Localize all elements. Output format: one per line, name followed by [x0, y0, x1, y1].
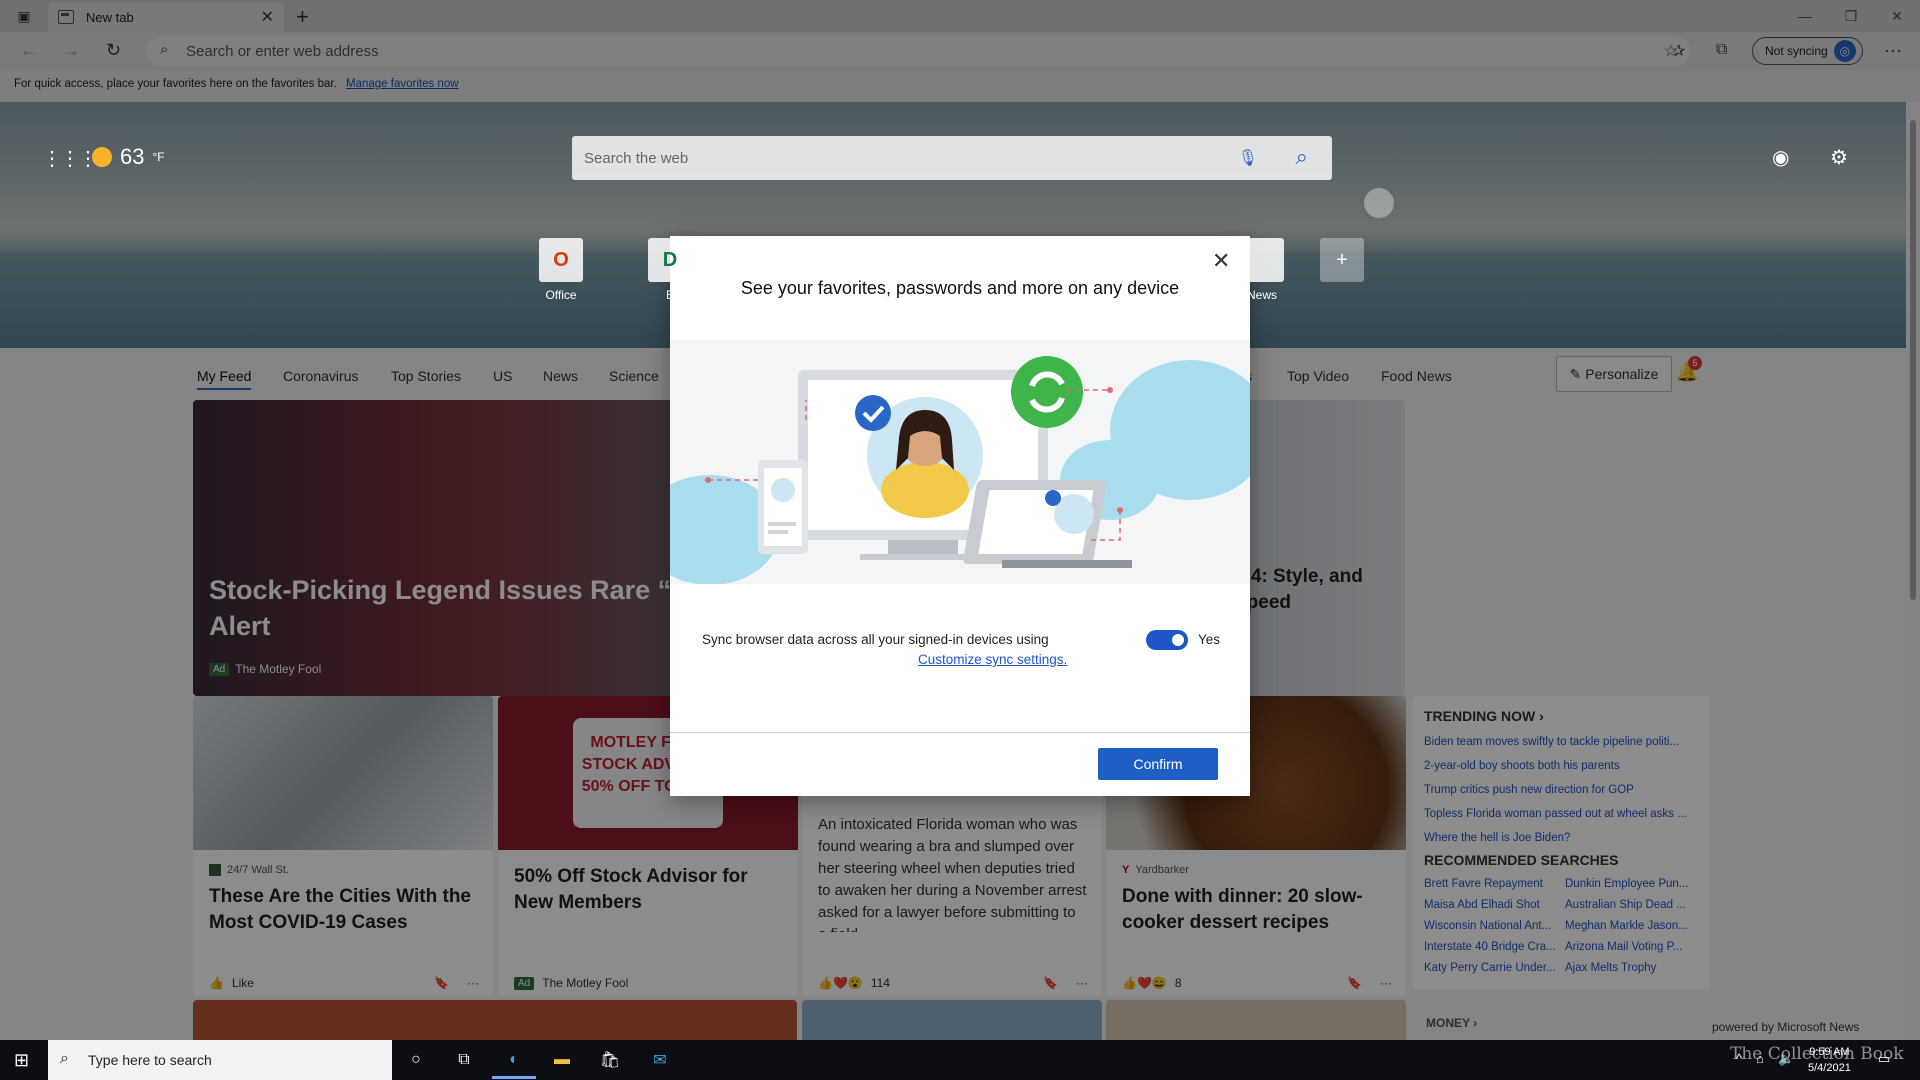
sync-illustration-svg [670, 356, 1250, 584]
quicklink-label: Office [545, 288, 577, 302]
quicklink-office[interactable]: O Office [521, 238, 601, 302]
customize-sync-link[interactable]: Customize sync settings. [918, 652, 1067, 667]
store-icon[interactable]: 🛍 [598, 1048, 622, 1072]
sync-toggle-label: Yes [1198, 632, 1221, 647]
mail-icon[interactable]: ✉ [648, 1048, 672, 1072]
quicklink-label: News [1246, 288, 1277, 302]
collapse-button[interactable] [1364, 188, 1394, 218]
watermark: The Collection Book [1730, 1044, 1904, 1064]
edge-icon[interactable]: ◐ [492, 1048, 536, 1079]
plus-icon: + [1320, 238, 1364, 282]
file-explorer-icon[interactable]: ▬ [550, 1048, 574, 1072]
weather-temp: 63 [120, 144, 145, 169]
taskbar-search-placeholder: Type here to search [88, 1052, 212, 1068]
add-quicklink-button[interactable]: + [1302, 238, 1382, 288]
dialog-divider [670, 732, 1250, 733]
confirm-button[interactable]: Confirm [1098, 748, 1218, 780]
dialog-title: See your favorites, passwords and more o… [740, 278, 1180, 298]
microphone-icon[interactable]: 🎙 [1238, 148, 1258, 168]
sync-illustration [670, 340, 1250, 584]
app-launcher-icon[interactable]: ⋮⋮⋮ [42, 146, 98, 171]
rewards-icon[interactable]: ◉ [1772, 145, 1789, 170]
windows-taskbar: ⊞ ⌕ Type here to search ○ ⧉ ◐ ▬ 🛍 ✉ ^ ⌂ … [0, 1040, 1920, 1080]
web-search-placeholder: Search the web [584, 149, 689, 167]
office-icon: O [539, 238, 583, 282]
sync-dialog: ✕ See your favorites, passwords and more… [670, 236, 1250, 796]
sync-description: Sync browser data across all your signed… [702, 632, 1049, 647]
cortana-icon[interactable]: ○ [404, 1048, 428, 1072]
weather-widget[interactable]: 63 °F [92, 144, 165, 170]
quicklink-news[interactable]: News [1222, 238, 1302, 302]
page-settings-icon[interactable]: ⚙ [1830, 145, 1848, 170]
news-icon [1240, 238, 1284, 282]
quicklink-b-icon: D [648, 238, 692, 282]
weather-unit: °F [152, 150, 165, 164]
search-button-icon[interactable]: ⌕ [1296, 144, 1308, 170]
weather-icon [92, 147, 112, 167]
quicklink-label: B [665, 288, 674, 302]
web-search-box[interactable]: Search the web 🎙 ⌕ [572, 136, 1332, 180]
windows-start-icon[interactable]: ⊞ [14, 1050, 29, 1071]
taskbar-search[interactable]: ⌕ Type here to search [48, 1040, 392, 1080]
quicklink-b[interactable]: D B [630, 238, 710, 302]
task-view-icon[interactable]: ⧉ [452, 1048, 476, 1072]
sync-toggle[interactable] [1146, 630, 1188, 650]
search-icon: ⌕ [60, 1050, 69, 1067]
